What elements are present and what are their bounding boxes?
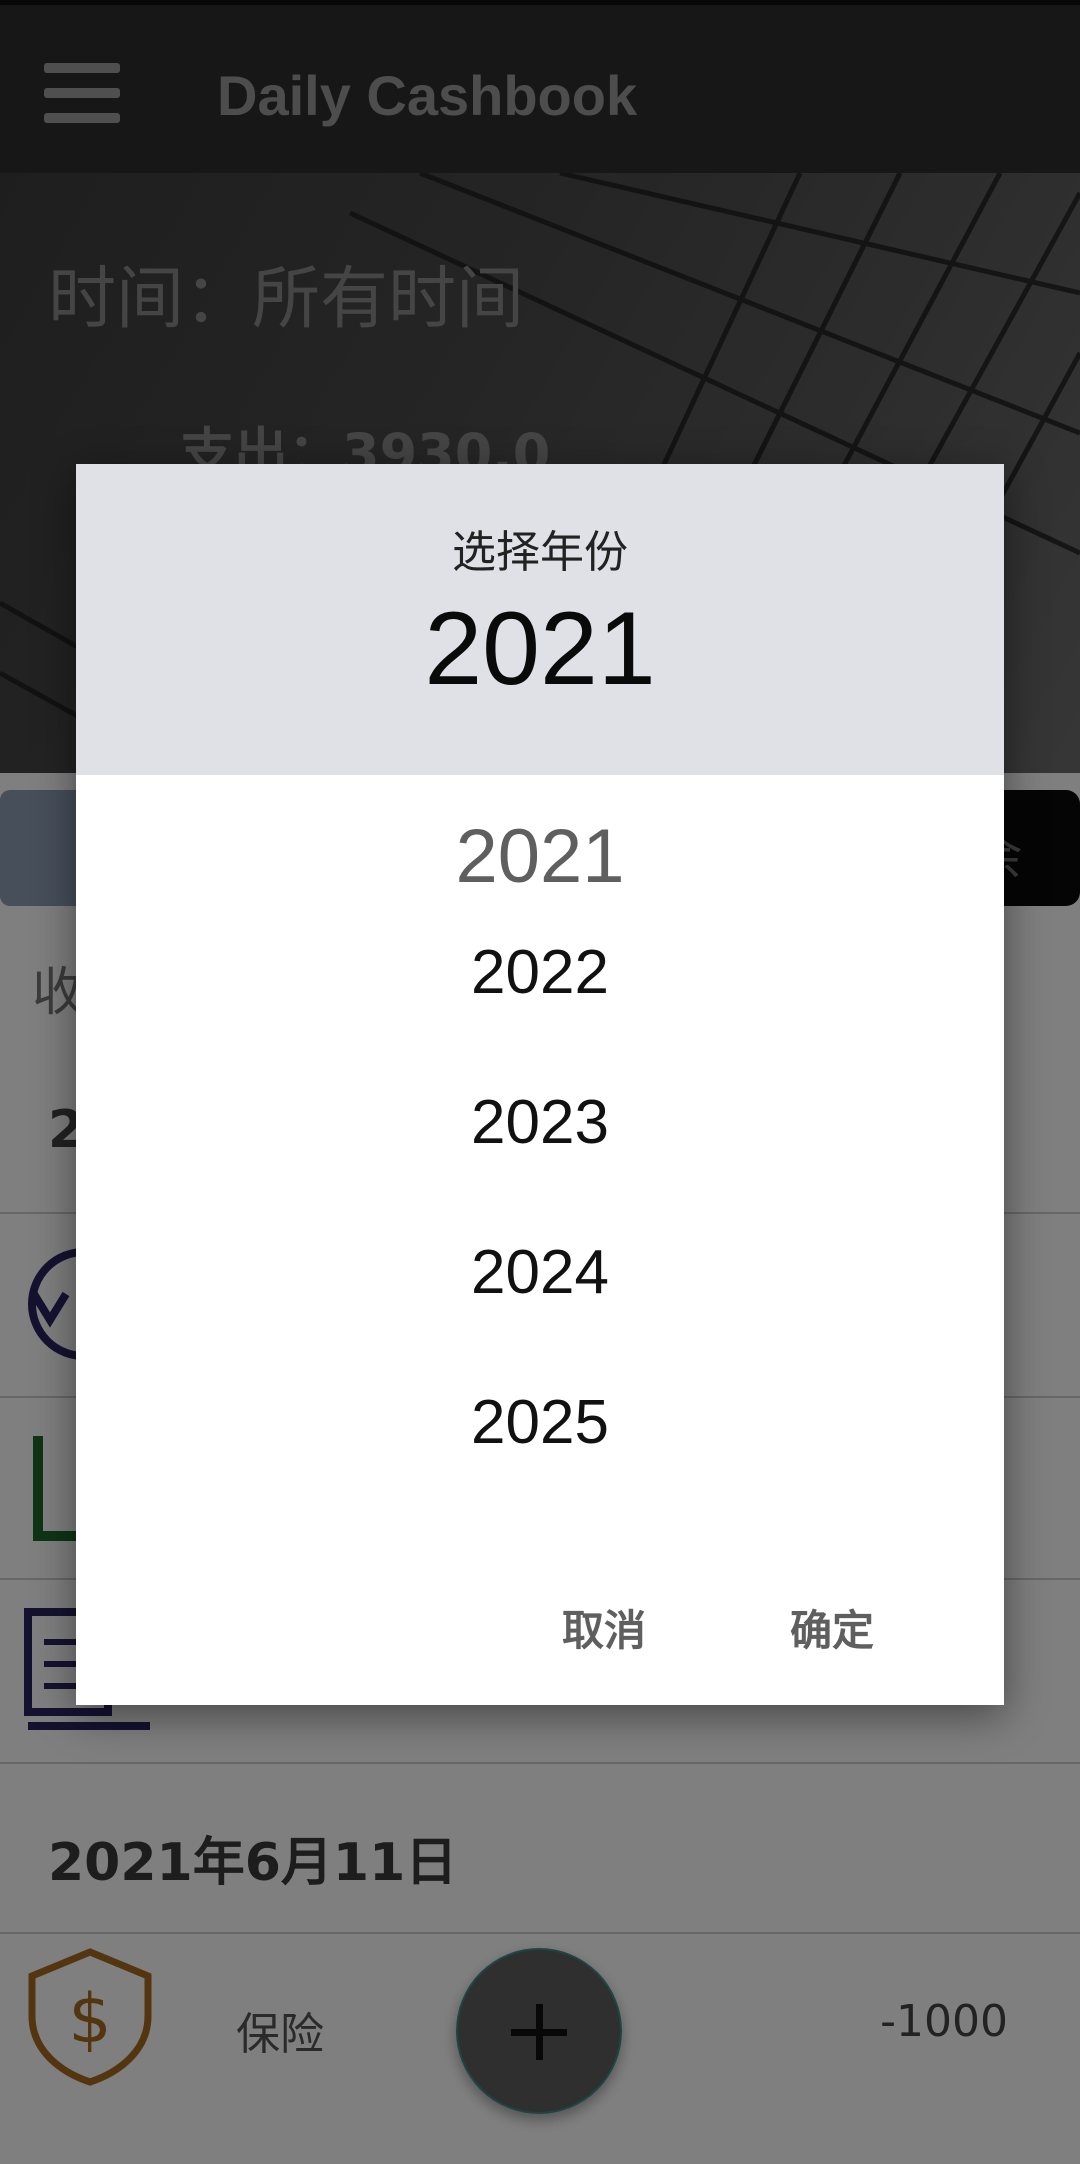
year-option[interactable]: 2025 xyxy=(76,1387,1004,1458)
year-option[interactable]: 2023 xyxy=(76,1087,1004,1158)
dialog-header: 选择年份 2021 xyxy=(76,464,1004,775)
year-picker-dialog: 选择年份 2021 2021 2022 2023 2024 2025 取消 确定 xyxy=(76,464,1004,1705)
dialog-title: 选择年份 xyxy=(452,527,628,578)
cancel-button[interactable]: 取消 xyxy=(562,1597,646,1658)
selected-year-display: 2021 xyxy=(424,591,656,707)
year-option[interactable]: 2024 xyxy=(76,1237,1004,1308)
confirm-button[interactable]: 确定 xyxy=(790,1597,874,1658)
year-option[interactable]: 2022 xyxy=(76,937,1004,1008)
year-option-selected[interactable]: 2021 xyxy=(76,813,1004,900)
